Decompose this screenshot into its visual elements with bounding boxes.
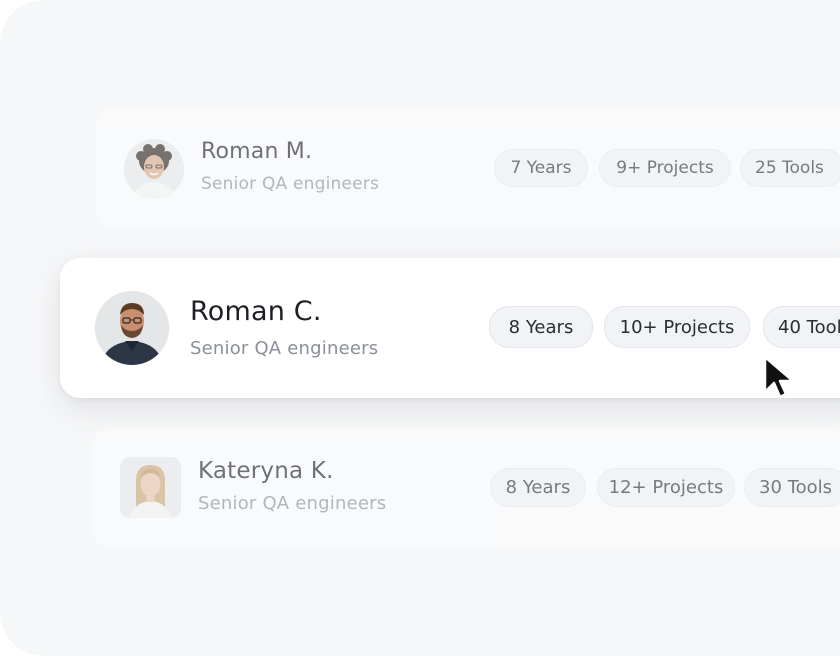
engineer-name: Kateryna K. <box>198 458 334 484</box>
engineer-card-roman-m[interactable]: Roman M. Senior QA engineers 7 Years 9+ … <box>96 108 840 228</box>
experience-chip: 7 Years <box>494 149 588 187</box>
projects-chip: 12+ Projects <box>597 468 735 507</box>
curly-haired-man-avatar <box>124 139 184 199</box>
tools-chip: 25 Tools <box>740 149 840 187</box>
engineer-name: Roman M. <box>201 139 313 164</box>
engineer-card-roman-c[interactable]: Roman C. Senior QA engineers 8 Years 10+… <box>60 258 840 398</box>
experience-chip: 8 Years <box>490 468 586 507</box>
engineer-role: Senior QA engineers <box>198 493 387 514</box>
projects-chip: 9+ Projects <box>599 149 731 187</box>
experience-chip: 8 Years <box>489 306 593 348</box>
engineer-card-kateryna-k[interactable]: Kateryna K. Senior QA engineers 8 Years … <box>92 428 840 548</box>
engineer-role: Senior QA engineers <box>201 174 380 194</box>
tools-chip: 40 Tools <box>763 306 840 348</box>
blonde-woman-avatar <box>120 457 181 518</box>
pointer-arrow-icon <box>762 354 802 400</box>
bearded-man-with-glasses-avatar <box>95 291 169 365</box>
projects-chip: 10+ Projects <box>604 306 750 348</box>
engineer-name: Roman C. <box>190 296 322 327</box>
engineer-role: Senior QA engineers <box>190 338 379 359</box>
engineer-list-panel: Roman M. Senior QA engineers 7 Years 9+ … <box>0 0 840 656</box>
tools-chip: 30 Tools <box>744 468 840 507</box>
